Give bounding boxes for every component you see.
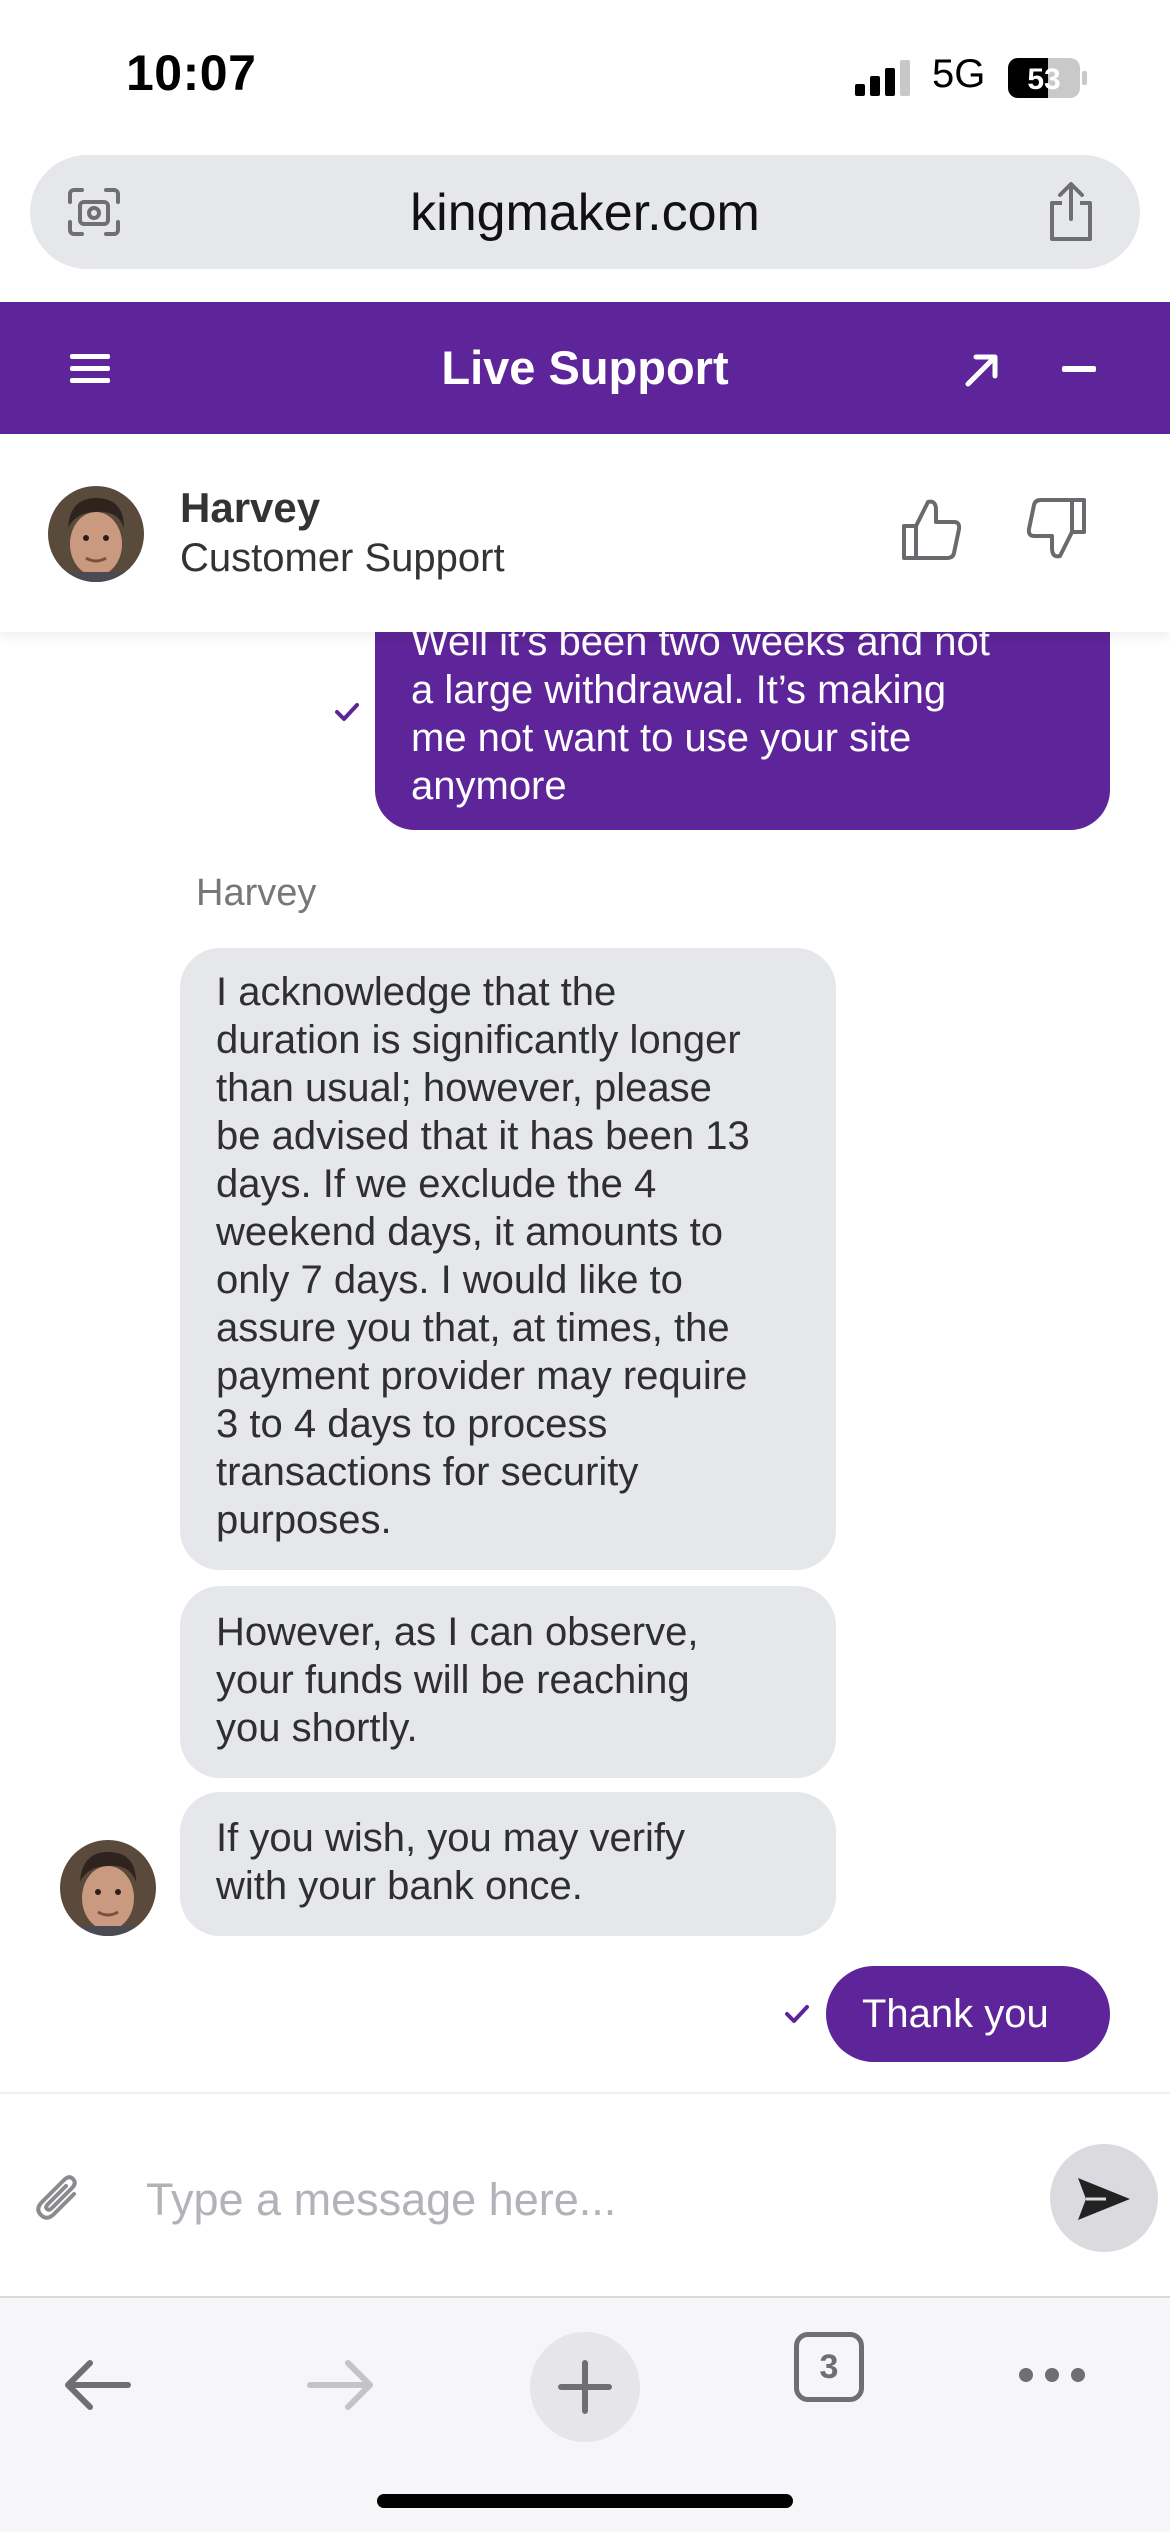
paperclip-icon[interactable] (36, 2174, 82, 2226)
message-line: me not want to use your site (411, 716, 912, 760)
thumbs-up-icon[interactable] (900, 496, 962, 562)
message-line: duration is significantly longer (216, 1018, 741, 1062)
message-line: If you wish, you may verify (216, 1816, 686, 1860)
message-input[interactable] (146, 2160, 1026, 2240)
user-message-bubble: Well it’s been two weeks and not a large… (375, 632, 1110, 830)
url-text[interactable]: kingmaker.com (30, 183, 1140, 243)
send-icon (1078, 2178, 1130, 2220)
chat-header: Live Support (0, 302, 1170, 434)
battery-icon: 53 (1008, 58, 1087, 98)
plus-icon (558, 2360, 612, 2414)
address-bar[interactable]: kingmaker.com (30, 155, 1140, 269)
status-bar: 10:07 5G 53 (0, 0, 1170, 150)
message-line: However, as I can observe, (216, 1610, 699, 1654)
check-icon (785, 2005, 809, 2023)
message-line: I acknowledge that the (216, 970, 617, 1014)
agent-message-bubble: If you wish, you may verify with your ba… (180, 1792, 836, 1936)
thumbs-down-icon[interactable] (1026, 496, 1088, 562)
message-list[interactable]: Well it’s been two weeks and not a large… (0, 632, 1170, 2092)
check-icon (335, 703, 359, 721)
more-icon[interactable] (1016, 2364, 1088, 2386)
forward-arrow-icon[interactable] (306, 2358, 376, 2412)
agent-name: Harvey (180, 484, 321, 531)
message-line: be advised that it has been 13 (216, 1114, 750, 1158)
message-composer (0, 2092, 1170, 2296)
message-line: Well it’s been two weeks and not (411, 632, 990, 664)
status-time: 10:07 (126, 45, 257, 101)
message-line: your funds will be reaching (216, 1658, 690, 1702)
message-line: days. If we exclude the 4 (216, 1162, 657, 1206)
home-indicator[interactable] (377, 2494, 793, 2508)
message-line: weekend days, it amounts to (216, 1210, 723, 1254)
share-icon[interactable] (1044, 181, 1098, 243)
message-line: a large withdrawal. It’s making (411, 668, 947, 712)
agent-info-bar: Harvey Customer Support (0, 434, 1170, 632)
message-line: assure you that, at times, the (216, 1306, 730, 1350)
user-message-bubble: Thank you (826, 1966, 1110, 2062)
message-line: anymore (411, 764, 567, 808)
battery-level: 53 (1027, 63, 1060, 96)
network-type: 5G (932, 52, 986, 96)
minimize-icon[interactable] (1062, 366, 1096, 372)
message-line: transactions for security (216, 1450, 639, 1494)
agent-message-bubble: However, as I can observe, your funds wi… (180, 1586, 836, 1778)
cellular-signal-icon (855, 60, 910, 96)
message-line: 3 to 4 days to process (216, 1402, 608, 1446)
expand-icon[interactable] (964, 352, 1000, 388)
message-line: than usual; however, please (216, 1066, 712, 1110)
message-line: you shortly. (216, 1706, 418, 1750)
back-arrow-icon[interactable] (62, 2358, 132, 2412)
agent-avatar (48, 486, 144, 582)
new-tab-button[interactable] (530, 2332, 640, 2442)
message-line: with your bank once. (216, 1864, 583, 1908)
message-line: purposes. (216, 1498, 392, 1542)
agent-avatar (60, 1840, 156, 1936)
message-line: payment provider may require (216, 1354, 748, 1398)
message-line: Thank you (862, 1992, 1049, 2036)
agent-role: Customer Support (180, 536, 505, 580)
tabs-button[interactable]: 3 (794, 2332, 864, 2402)
agent-message-bubble: I acknowledge that the duration is signi… (180, 948, 836, 1570)
message-line: only 7 days. I would like to (216, 1258, 683, 1302)
sender-name: Harvey (196, 872, 317, 914)
send-button[interactable] (1050, 2144, 1158, 2252)
